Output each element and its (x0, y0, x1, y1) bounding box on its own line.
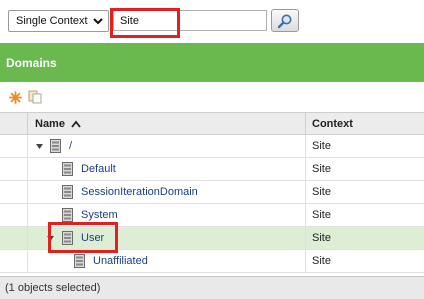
table-row[interactable]: / Site (0, 135, 424, 158)
domain-icon (62, 185, 73, 199)
row-name-cell: System (28, 204, 306, 226)
status-bar: (1 objects selected) (0, 276, 424, 299)
context-column-header[interactable]: Context (306, 113, 424, 135)
context-select-value: Single Context (16, 15, 88, 27)
tree-expanded-icon[interactable] (35, 142, 44, 151)
row-name-label[interactable]: SessionIterationDomain (81, 181, 198, 203)
new-domain-icon[interactable] (8, 90, 22, 104)
row-name-label[interactable]: Default (81, 158, 116, 180)
copy-icon[interactable] (28, 90, 42, 104)
chevron-down-icon (93, 18, 103, 25)
row-name-cell: / (28, 135, 306, 157)
row-context-cell: Site (312, 255, 331, 267)
name-column-label: Name (35, 118, 65, 130)
table-row[interactable]: SessionIterationDomain Site (0, 181, 424, 204)
row-context-cell: Site (312, 232, 331, 244)
search-bar: Single Context (0, 0, 424, 43)
name-column-header[interactable]: Name (28, 113, 306, 135)
domain-icon (62, 231, 73, 245)
magnifier-icon (277, 14, 292, 28)
row-context-cell: Site (312, 140, 331, 152)
row-context-cell: Site (312, 186, 331, 198)
row-select-cell[interactable] (0, 158, 28, 180)
table-header: Name Context (0, 112, 424, 135)
row-name-label[interactable]: Unaffiliated (93, 250, 148, 272)
table-row[interactable]: Unaffiliated Site (0, 250, 424, 273)
search-button[interactable] (271, 9, 299, 32)
domains-table: Name Context / Site Default Site Session… (0, 112, 424, 273)
row-name-cell: Unaffiliated (28, 250, 306, 272)
row-name-label[interactable]: / (69, 135, 72, 157)
domain-icon (62, 162, 73, 176)
row-select-cell[interactable] (0, 204, 28, 226)
table-row[interactable]: System Site (0, 204, 424, 227)
row-select-cell[interactable] (0, 227, 28, 249)
row-context-cell: Site (312, 163, 331, 175)
row-select-cell[interactable] (0, 250, 28, 272)
panel-title: Domains (6, 56, 57, 70)
panel-toolbar (0, 82, 424, 112)
row-select-cell[interactable] (0, 135, 28, 157)
row-name-cell: User (28, 227, 306, 249)
table-row[interactable]: User Site (0, 227, 424, 250)
row-name-label[interactable]: System (81, 204, 118, 226)
row-context-cell: Site (312, 209, 331, 221)
table-row[interactable]: Default Site (0, 158, 424, 181)
select-column-header (0, 113, 28, 135)
sort-ascending-icon (71, 120, 81, 128)
domain-icon (50, 139, 61, 153)
context-select[interactable]: Single Context (8, 10, 109, 32)
row-name-cell: SessionIterationDomain (28, 181, 306, 203)
domain-icon (62, 208, 73, 222)
row-name-label[interactable]: User (81, 227, 104, 249)
domain-icon (74, 254, 85, 268)
search-input[interactable] (113, 10, 267, 31)
panel-header: Domains (0, 43, 424, 82)
row-select-cell[interactable] (0, 181, 28, 203)
tree-expanded-icon[interactable] (46, 234, 55, 243)
row-name-cell: Default (28, 158, 306, 180)
